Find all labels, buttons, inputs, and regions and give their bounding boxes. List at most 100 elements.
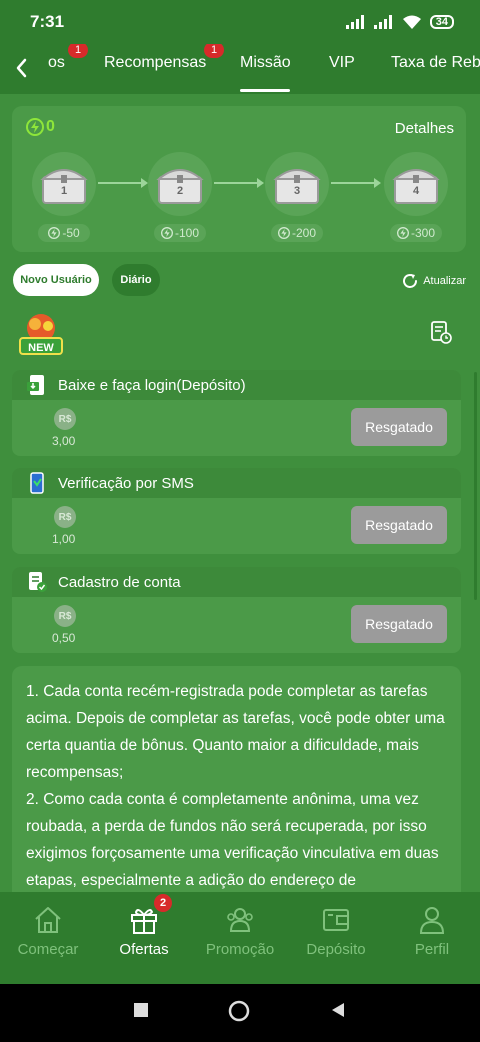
coin-icon: R$ bbox=[54, 605, 76, 627]
filter-new-user[interactable]: Novo Usuário bbox=[13, 264, 99, 296]
details-link[interactable]: Detalhes bbox=[395, 120, 454, 137]
task-title: Verificação por SMS bbox=[58, 474, 194, 492]
category-tabbar: os 1 Recompensas 1 Missão VIP Taxa de Re… bbox=[0, 44, 480, 94]
nav-item-offers[interactable]: Ofertas 2 bbox=[96, 892, 192, 984]
claimed-button[interactable]: Resgatado bbox=[351, 506, 447, 544]
tab-vip[interactable]: VIP bbox=[329, 54, 355, 72]
tab-mission[interactable]: Missão bbox=[240, 54, 291, 72]
lightning-icon bbox=[26, 118, 44, 136]
chest-cost-value: -100 bbox=[174, 226, 200, 240]
arrow-right-icon bbox=[214, 178, 264, 188]
task-card: Baixe e faça login(Depósito) R$ 3,00 Res… bbox=[12, 370, 461, 456]
notification-badge: 2 bbox=[154, 894, 172, 912]
nav-label: Começar bbox=[17, 941, 79, 958]
task-header: Verificação por SMS bbox=[12, 468, 461, 498]
chest-4[interactable]: 4 bbox=[384, 152, 448, 216]
scrollbar[interactable] bbox=[474, 372, 477, 600]
task-card: Cadastro de conta R$ 0,50 Resgatado bbox=[12, 567, 461, 653]
document-clock-icon[interactable] bbox=[430, 320, 452, 344]
battery-level: 34 bbox=[429, 15, 454, 29]
refresh-button[interactable]: Atualizar bbox=[401, 272, 466, 290]
rules-text-panel: 1. Cada conta recém-registrada pode comp… bbox=[12, 666, 461, 892]
nav-item-start[interactable]: Começar bbox=[0, 892, 96, 984]
back-button[interactable] bbox=[10, 54, 34, 82]
account-register-icon bbox=[29, 572, 47, 592]
bottom-navigation: Começar Ofertas 2 Promoção Depósito Perf… bbox=[0, 892, 480, 984]
new-badge-text: NEW bbox=[28, 342, 54, 354]
nav-label: Ofertas bbox=[119, 941, 169, 958]
user-icon bbox=[419, 907, 445, 934]
chest-1[interactable]: 1 bbox=[32, 152, 96, 216]
chest-3[interactable]: 3 bbox=[265, 152, 329, 216]
claimed-button[interactable]: Resgatado bbox=[351, 605, 447, 643]
chest-2[interactable]: 2 bbox=[148, 152, 212, 216]
notification-badge: 1 bbox=[204, 44, 224, 58]
nav-label: Promoção bbox=[205, 941, 275, 958]
nav-item-promotion[interactable]: Promoção bbox=[192, 892, 288, 984]
status-bar: 7:31 34 bbox=[0, 0, 480, 44]
tab-events[interactable]: os 1 bbox=[48, 44, 88, 72]
treasure-chest-icon bbox=[156, 169, 204, 204]
signal-icon-2 bbox=[373, 15, 392, 29]
treasure-chest-icon bbox=[392, 169, 440, 204]
chest-cost: -300 bbox=[390, 224, 442, 242]
lightning-icon bbox=[48, 227, 61, 239]
back-icon[interactable] bbox=[330, 1002, 346, 1018]
chest-number: 4 bbox=[412, 185, 420, 197]
coin-icon: R$ bbox=[54, 408, 76, 430]
signal-icon bbox=[345, 15, 364, 29]
tab-label: Missão bbox=[240, 54, 291, 71]
home-button-icon[interactable] bbox=[228, 1000, 250, 1022]
active-tab-indicator bbox=[240, 89, 290, 92]
task-reward-amount: 3,00 bbox=[52, 434, 76, 448]
system-navigation-bar bbox=[0, 984, 480, 1042]
chest-panel: 0 Detalhes 1 2 3 4 -50 -100 -200 -300 bbox=[12, 106, 466, 252]
chevron-left-icon bbox=[16, 58, 27, 78]
treasure-chest-icon bbox=[40, 169, 88, 204]
chest-cost-value: -200 bbox=[291, 226, 317, 240]
people-icon bbox=[227, 908, 253, 932]
chest-cost: -100 bbox=[154, 224, 206, 242]
arrow-right-icon bbox=[98, 178, 148, 188]
coin-icon: R$ bbox=[54, 506, 76, 528]
mission-content: 0 Detalhes 1 2 3 4 -50 -100 -200 -300 No… bbox=[0, 94, 480, 892]
chest-cost: -200 bbox=[271, 224, 323, 242]
task-reward-amount: 1,00 bbox=[52, 532, 76, 546]
nav-label: Perfil bbox=[414, 941, 450, 958]
tab-rewards[interactable]: Recompensas 1 bbox=[104, 44, 224, 72]
tab-label: VIP bbox=[329, 54, 355, 71]
recents-icon[interactable] bbox=[133, 1002, 149, 1018]
tab-label: Recompensas bbox=[104, 54, 207, 71]
nav-item-profile[interactable]: Perfil bbox=[384, 892, 480, 984]
tab-rebate[interactable]: Taxa de Reba bbox=[391, 54, 480, 72]
lightning-icon bbox=[396, 227, 409, 239]
status-icons: 34 bbox=[345, 15, 454, 30]
claimed-button[interactable]: Resgatado bbox=[351, 408, 447, 446]
rule-paragraph: 1. Cada conta recém-registrada pode comp… bbox=[26, 683, 445, 781]
new-badge-icon: NEW bbox=[16, 312, 66, 358]
status-time: 7:31 bbox=[30, 12, 65, 31]
chest-cost-value: -300 bbox=[410, 226, 436, 240]
nav-label: Depósito bbox=[306, 941, 366, 958]
task-card: Verificação por SMS R$ 1,00 Resgatado bbox=[12, 468, 461, 554]
arrow-right-icon bbox=[331, 178, 381, 188]
lightning-icon bbox=[277, 227, 290, 239]
chest-number: 1 bbox=[60, 185, 68, 197]
energy-value: 0 bbox=[46, 118, 55, 135]
chest-number: 2 bbox=[176, 185, 184, 197]
wallet-icon bbox=[323, 909, 349, 931]
tab-label: os bbox=[48, 54, 65, 71]
wifi-icon bbox=[402, 15, 421, 29]
task-title: Cadastro de conta bbox=[58, 573, 181, 591]
treasure-chest-icon bbox=[273, 169, 321, 204]
nav-item-deposit[interactable]: Depósito bbox=[288, 892, 384, 984]
notification-badge: 1 bbox=[68, 44, 88, 58]
task-header: Cadastro de conta bbox=[12, 567, 461, 597]
filter-daily[interactable]: Diário bbox=[112, 264, 160, 296]
phone-sms-icon bbox=[30, 472, 44, 494]
tab-label: Taxa de Reba bbox=[391, 54, 480, 71]
refresh-label: Atualizar bbox=[423, 275, 466, 287]
home-icon bbox=[35, 907, 61, 933]
chest-cost-value: -50 bbox=[62, 226, 80, 240]
energy-counter: 0 bbox=[26, 118, 55, 136]
